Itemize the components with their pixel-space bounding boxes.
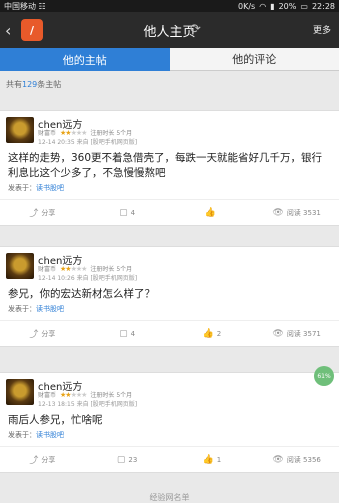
- views-count: 👁阅读 3531: [254, 208, 339, 218]
- more-button[interactable]: 更多: [313, 23, 331, 36]
- rating-stars: ★★★★★: [60, 129, 86, 137]
- comment-icon: ▢: [119, 208, 128, 218]
- status-bar: 中国移动 ☷ 0K/s ◠ ▮ 20% ▭ 22:28: [0, 0, 339, 12]
- post-content[interactable]: 这样的走势，360更不着急借壳了，每跌一天就能省好几千万，银行利息比这个少多了，…: [0, 147, 339, 181]
- avatar[interactable]: [6, 117, 34, 143]
- bottom-label[interactable]: 经验网名单: [0, 492, 339, 503]
- post-content[interactable]: 雨后人参兄，忙啥呢: [0, 409, 339, 428]
- avatar[interactable]: [6, 253, 34, 279]
- battery-level: 20%: [279, 2, 297, 11]
- app-logo[interactable]: /: [21, 19, 43, 41]
- thumb-icon: 👍: [203, 329, 214, 339]
- like-button[interactable]: 👍2: [170, 329, 255, 339]
- tab-comments[interactable]: 他的评论: [170, 48, 339, 71]
- network-speed: 0K/s: [238, 2, 255, 11]
- share-button[interactable]: ⤴分享: [0, 327, 85, 340]
- views-count: 👁阅读 3571: [254, 329, 339, 339]
- post-content[interactable]: 参兄，你的宏达新材怎么样了？: [0, 283, 339, 302]
- eye-icon: 👁: [272, 329, 283, 339]
- forum-link[interactable]: 读书股吧: [36, 184, 64, 192]
- clock: 22:28: [312, 2, 335, 11]
- like-button[interactable]: 👍: [170, 208, 255, 218]
- wifi-icon: ◠: [259, 2, 266, 11]
- comment-icon: ▢: [119, 329, 128, 339]
- eye-icon: 👁: [272, 208, 283, 218]
- post-card[interactable]: chen远方 财富币★★★★★注册时长 5个月 12-14 20:35 来自 […: [0, 110, 339, 226]
- share-button[interactable]: ⤴分享: [0, 453, 85, 466]
- share-button[interactable]: ⤴分享: [0, 206, 85, 219]
- comment-button[interactable]: ▢23: [85, 455, 170, 465]
- signal-icon: ▮: [270, 2, 274, 11]
- like-button[interactable]: 👍1: [170, 455, 255, 465]
- views-count: 👁阅读 5356: [254, 455, 339, 465]
- app-header: ‹ / 他人主页 ⟳ 更多: [0, 12, 339, 48]
- forum-link[interactable]: 读书股吧: [36, 431, 64, 439]
- carrier-label: 中国移动 ☷: [4, 1, 238, 12]
- post-count: 共有 129 条主帖: [0, 71, 339, 98]
- avatar[interactable]: [6, 379, 34, 405]
- post-card[interactable]: chen远方 财富币★★★★★注册时长 5个月 12-13 18:15 来自 […: [0, 372, 339, 473]
- thumb-icon: 👍: [203, 455, 214, 465]
- rating-stars: ★★★★★: [60, 391, 86, 399]
- comment-icon: ▢: [117, 455, 126, 465]
- comment-button[interactable]: ▢4: [85, 208, 170, 218]
- tab-bar: 他的主帖 他的评论: [0, 48, 339, 71]
- comment-button[interactable]: ▢4: [85, 329, 170, 339]
- page-title: 他人主页: [0, 21, 339, 40]
- back-icon[interactable]: ‹: [5, 21, 19, 40]
- rating-stars: ★★★★★: [60, 265, 86, 273]
- refresh-icon[interactable]: ⟳: [190, 22, 201, 37]
- thumb-icon: 👍: [205, 208, 216, 218]
- battery-icon: ▭: [300, 2, 308, 11]
- share-icon: ⤴: [29, 206, 38, 219]
- share-icon: ⤴: [29, 327, 38, 340]
- floating-badge[interactable]: 61%: [314, 366, 334, 386]
- share-icon: ⤴: [29, 453, 38, 466]
- tab-posts[interactable]: 他的主帖: [0, 48, 170, 71]
- post-card[interactable]: chen远方 财富币★★★★★注册时长 5个月 12-14 10:26 来自 […: [0, 246, 339, 347]
- forum-link[interactable]: 读书股吧: [36, 305, 64, 313]
- eye-icon: 👁: [272, 455, 283, 465]
